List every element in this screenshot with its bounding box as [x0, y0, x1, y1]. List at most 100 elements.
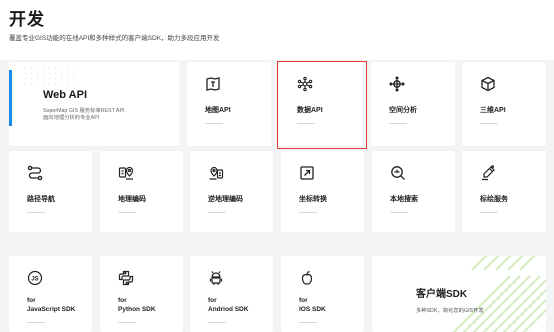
webapi-desc-line2: 面向地理分析的专业API	[43, 115, 100, 121]
decorative-dot	[73, 78, 74, 79]
webapi-title: Web API	[43, 89, 88, 101]
selection-highlight	[277, 61, 367, 149]
client-sdk-title: 客户端SDK	[416, 289, 468, 300]
card-divider	[480, 123, 498, 124]
card-divider	[480, 212, 498, 213]
card-divider	[27, 212, 45, 213]
api-card-route[interactable]: 路径导航	[9, 151, 92, 232]
decorative-dot	[55, 68, 56, 69]
client-sdk-card[interactable]: 客户端SDK 多种SDK，简化您的GIS开发	[372, 256, 546, 332]
decorative-dot	[55, 73, 56, 74]
api-card-label: 空间分析	[389, 107, 417, 114]
sdk-card-label: for IOS SDK	[299, 296, 326, 314]
card-divider	[118, 212, 136, 213]
sdk-prefix: for	[299, 297, 308, 304]
card-divider	[299, 322, 317, 323]
webapi-card[interactable]: Web API SuperMap GIS 服务标准REST API 面向地理分析…	[9, 62, 179, 146]
card-divider	[205, 123, 223, 124]
decorative-dot	[67, 73, 68, 74]
sdk-card-label: for JavaScript SDK	[27, 296, 75, 314]
decorative-dot	[61, 78, 62, 79]
decorative-dot	[43, 68, 44, 69]
sdk-card-android[interactable]: for Andriod SDK	[190, 256, 273, 332]
decorative-dot	[73, 73, 74, 74]
spatial-analysis-icon	[389, 76, 405, 92]
decorative-dot	[67, 83, 68, 84]
decorative-dot	[73, 83, 74, 84]
webapi-description: SuperMap GIS 服务标准REST API 面向地理分析的专业API	[43, 108, 163, 122]
section-divider	[0, 235, 554, 245]
decorative-dot	[67, 68, 68, 69]
api-card-label: 地理编码	[118, 196, 146, 203]
decorative-dot	[31, 73, 32, 74]
api-card-coordinate-transform[interactable]: 坐标转换	[281, 151, 364, 232]
api-card-3d[interactable]: 三维API	[462, 62, 546, 146]
sdk-prefix: for	[27, 297, 36, 304]
reverse-geocode-icon	[209, 166, 224, 180]
api-card-local-search[interactable]: 本地搜索	[372, 151, 455, 232]
decorative-dot	[31, 68, 32, 69]
decorative-dot	[49, 83, 50, 84]
api-card-geocode[interactable]: 地理编码	[100, 151, 183, 232]
decorative-dot	[25, 83, 26, 84]
api-card-label: 三维API	[480, 107, 506, 114]
sdk-card-ios[interactable]: for IOS SDK	[281, 256, 364, 332]
map-icon	[206, 77, 220, 91]
decorative-dot	[43, 83, 44, 84]
api-card-label: 逆地理编码	[208, 196, 243, 203]
sdk-card-python[interactable]: for Python SDK	[100, 256, 183, 332]
sdk-card-label: for Andriod SDK	[208, 296, 248, 314]
decorative-dot	[25, 73, 26, 74]
sdk-name: Andriod SDK	[208, 306, 249, 313]
api-card-label: 路径导航	[27, 196, 55, 203]
decorative-dot	[73, 68, 74, 69]
decorative-dot	[49, 73, 50, 74]
api-card-label: 坐标转换	[299, 196, 327, 203]
card-divider	[299, 212, 317, 213]
decorative-dot	[61, 83, 62, 84]
card-divider	[27, 322, 45, 323]
decorative-dot	[31, 83, 32, 84]
route-icon	[27, 165, 43, 181]
geocode-icon	[118, 166, 134, 180]
sdk-prefix: for	[208, 297, 217, 304]
apple-icon	[301, 270, 313, 285]
sdk-name: IOS SDK	[299, 306, 326, 313]
card-divider	[118, 322, 136, 323]
javascript-icon: JS	[27, 270, 43, 286]
decorative-dot	[55, 78, 56, 79]
plotting-icon	[482, 165, 495, 181]
sdk-name: Python SDK	[118, 306, 156, 313]
decorative-dot	[25, 68, 26, 69]
webapi-desc-line1: SuperMap GIS 服务标准REST API	[43, 108, 125, 114]
card-divider	[208, 212, 226, 213]
decorative-dot	[67, 78, 68, 79]
api-card-label: 本地搜索	[390, 196, 418, 203]
local-search-icon	[391, 166, 405, 180]
sdk-name: JavaScript SDK	[27, 306, 76, 313]
api-card-map[interactable]: 地图API	[187, 62, 271, 146]
sdk-prefix: for	[118, 297, 127, 304]
api-card-spatial-analysis[interactable]: 空间分析	[371, 62, 455, 146]
decorative-dot	[55, 83, 56, 84]
header: 开发 覆盖专业GIS功能的在线API和多种样式的客户端SDK，助力多段应用开发	[0, 0, 554, 60]
api-card-reverse-geocode[interactable]: 逆地理编码	[190, 151, 273, 232]
client-sdk-description: 多种SDK，简化您的GIS开发	[416, 308, 484, 314]
api-card-label: 标绘服务	[480, 196, 508, 203]
sdk-card-label: for Python SDK	[118, 296, 156, 314]
decorative-dot	[43, 73, 44, 74]
api-card-label: 地图API	[205, 107, 231, 114]
decorative-dot	[61, 73, 62, 74]
python-icon	[118, 270, 134, 286]
cube-icon	[481, 76, 495, 92]
decorative-dot	[49, 68, 50, 69]
card-divider	[389, 123, 407, 124]
api-card-plotting[interactable]: 标绘服务	[462, 151, 546, 232]
page-subtitle: 覆盖专业GIS功能的在线API和多种样式的客户端SDK，助力多段应用开发	[9, 35, 220, 42]
page-title: 开发	[9, 10, 45, 29]
decorative-dot	[37, 73, 38, 74]
accent-bar	[9, 70, 12, 126]
sdk-card-javascript[interactable]: JS for JavaScript SDK	[9, 256, 92, 332]
decorative-dot	[31, 78, 32, 79]
decorative-dot	[43, 78, 44, 79]
